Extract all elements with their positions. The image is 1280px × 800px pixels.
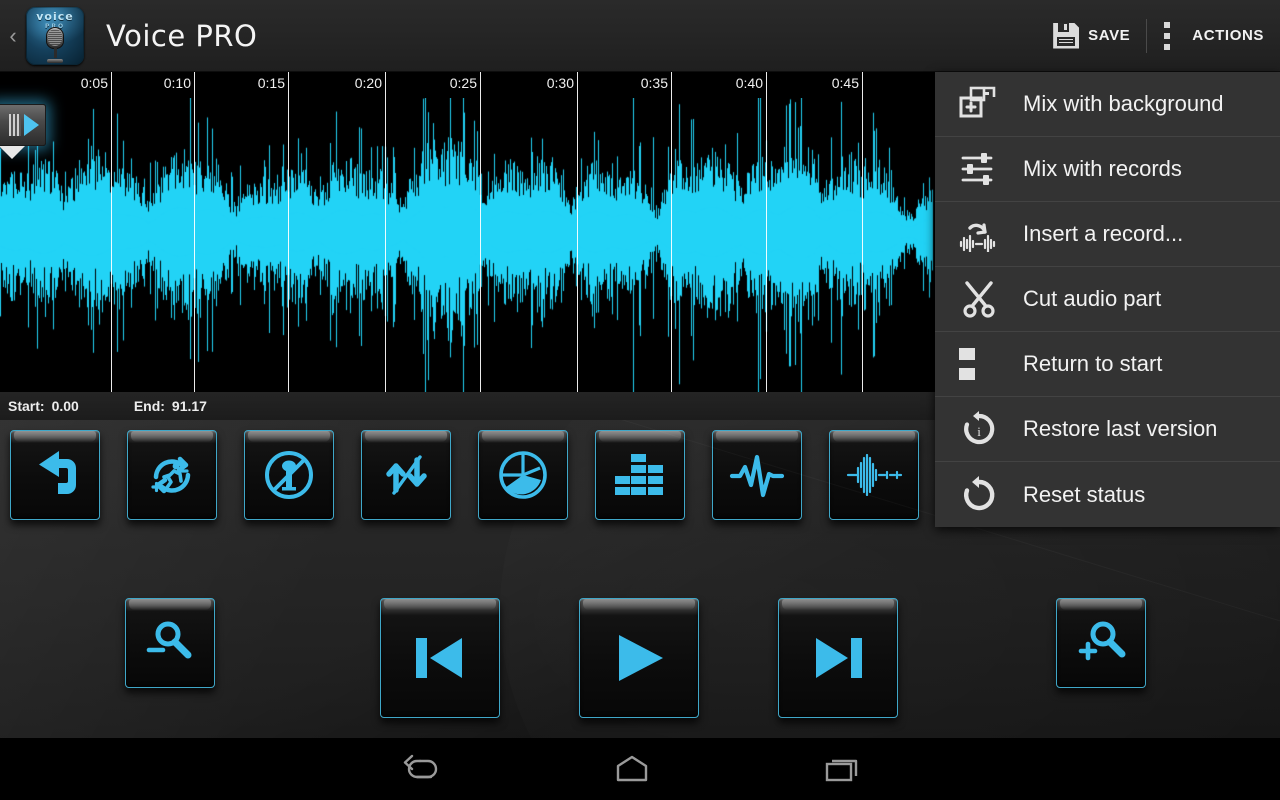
timeline-tick-label: 0:35	[640, 75, 668, 91]
save-button[interactable]: SAVE	[1037, 0, 1146, 72]
insert-record-icon	[935, 216, 1023, 252]
timeline-gridline	[385, 72, 386, 392]
up-navigation-caret[interactable]: ‹	[0, 0, 26, 72]
svg-text:i: i	[977, 424, 981, 439]
recents-squares-icon	[825, 759, 858, 782]
equalizer-button[interactable]	[595, 430, 685, 520]
magnifier-plus-icon	[1078, 621, 1126, 661]
play-triangle-icon	[619, 635, 663, 681]
menu-item-insert-a-record[interactable]: Insert a record...	[935, 202, 1280, 267]
waveform-pulse-icon	[729, 454, 785, 498]
menu-item-restore-last-version[interactable]: i Restore last version	[935, 397, 1280, 462]
next-button[interactable]	[778, 598, 898, 718]
timeline-tick-label: 0:40	[735, 75, 763, 91]
play-button[interactable]	[579, 598, 699, 718]
up-down-arrows-icon	[386, 455, 427, 495]
speed-change-button[interactable]	[127, 430, 217, 520]
timeline-gridline	[111, 72, 112, 392]
menu-item-mix-with-records[interactable]: Mix with records	[935, 137, 1280, 202]
pie-clock-icon	[499, 451, 547, 499]
end-value: 91.17	[171, 398, 207, 414]
skip-previous-icon	[416, 638, 462, 678]
timeline-tick-label: 0:05	[80, 75, 108, 91]
add-layer-icon	[935, 86, 1023, 122]
timeline-gridline	[288, 72, 289, 392]
actions-button-label: ACTIONS	[1192, 27, 1264, 44]
actions-overflow-button[interactable]: ACTIONS	[1147, 0, 1280, 72]
zoom-out-button[interactable]	[125, 598, 215, 688]
audio-envelope-icon	[846, 454, 903, 496]
play-triangle-icon	[24, 114, 39, 136]
menu-item-label: Restore last version	[1023, 416, 1218, 441]
start-value: 0.00	[51, 398, 79, 414]
start-label: Start:	[8, 398, 45, 414]
zoom-in-button[interactable]	[1056, 598, 1146, 688]
pitch-shift-button[interactable]	[361, 430, 451, 520]
android-recents-button[interactable]	[742, 738, 942, 800]
skip-next-icon	[816, 638, 862, 678]
save-floppy-icon	[1053, 22, 1080, 49]
menu-item-label: Mix with background	[1023, 91, 1224, 116]
android-home-button[interactable]	[532, 738, 732, 800]
menu-item-label: Reset status	[1023, 481, 1146, 507]
timeline-gridline	[577, 72, 578, 392]
menu-item-mix-with-background[interactable]: Mix with background	[935, 72, 1280, 137]
pan-balance-button[interactable]	[478, 430, 568, 520]
undo-button[interactable]	[10, 430, 100, 520]
android-back-button[interactable]	[322, 738, 522, 800]
timeline-gridline	[862, 72, 863, 392]
timeline-tick-label: 0:25	[449, 75, 477, 91]
timeline-gridline	[194, 72, 195, 392]
magnifier-minus-icon	[146, 621, 192, 659]
icon-logo-primary: voice	[36, 9, 74, 23]
overflow-dots-icon	[1163, 21, 1171, 50]
timeline-tick-label: 0:45	[831, 75, 859, 91]
voice-pro-app-icon[interactable]: voice PRO	[26, 6, 84, 65]
previous-button[interactable]	[380, 598, 500, 718]
reset-arrow-icon	[935, 475, 1023, 514]
handle-grip	[9, 114, 21, 136]
actions-overflow-menu[interactable]: Mix with background Mix with records Inser…	[935, 72, 1280, 527]
undo-arrow-icon	[39, 451, 76, 494]
sliders-icon	[935, 151, 1023, 187]
timeline-gridline	[480, 72, 481, 392]
menu-item-label: Cut audio part	[1023, 286, 1162, 311]
equalizer-bars-icon	[615, 454, 663, 495]
action-bar: ‹ voice PRO Voice PRO SAVE ACTIONS	[0, 0, 1280, 72]
menu-item-label: Mix with records	[1023, 156, 1182, 181]
timeline-gridline	[766, 72, 767, 392]
menu-item-label: Return to start	[1023, 351, 1163, 376]
no-microphone-icon	[265, 451, 313, 499]
noise-remove-button[interactable]	[244, 430, 334, 520]
page-title: Voice PRO	[106, 18, 258, 53]
end-label: End:	[133, 398, 165, 414]
microphone-icon	[44, 26, 66, 63]
timeline-tick-label: 0:15	[257, 75, 285, 91]
voice-pro-screen: ‹ voice PRO Voice PRO SAVE ACTIONS	[0, 0, 1280, 800]
android-navigation-bar	[0, 738, 1280, 800]
menu-item-return-to-start[interactable]: Return to start	[935, 332, 1280, 397]
restore-history-icon: i	[935, 410, 1023, 448]
timeline-tick-label: 0:20	[354, 75, 382, 91]
effects-button[interactable]	[712, 430, 802, 520]
handle-pointer	[0, 146, 25, 159]
collapse-arrows-icon	[935, 346, 1023, 382]
menu-item-reset-status[interactable]: Reset status	[935, 462, 1280, 527]
save-button-label: SAVE	[1088, 27, 1131, 44]
play-cursor-handle[interactable]	[0, 104, 46, 159]
scissors-icon	[935, 280, 1023, 318]
menu-item-cut-audio-part[interactable]: Cut audio part	[935, 267, 1280, 332]
back-arrow-icon	[403, 754, 438, 779]
runner-speed-icon	[151, 456, 191, 494]
timeline-gridline	[671, 72, 672, 392]
home-pentagon-icon	[616, 755, 648, 782]
timeline-tick-label: 0:10	[163, 75, 191, 91]
normalize-button[interactable]	[829, 430, 919, 520]
menu-item-label: Insert a record...	[1023, 221, 1184, 246]
timeline-tick-label: 0:30	[546, 75, 574, 91]
